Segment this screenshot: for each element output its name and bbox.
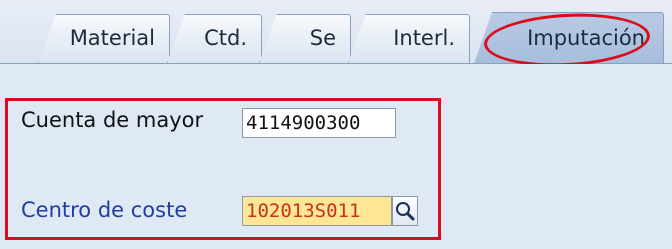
tab-interl[interactable]: Interl. xyxy=(348,14,470,63)
centro-de-coste-field[interactable]: 102013S011 xyxy=(242,196,392,226)
tab-material[interactable]: Material xyxy=(38,14,170,63)
centro-de-coste-label: Centro de coste xyxy=(21,198,188,222)
magnifier-icon xyxy=(396,202,415,221)
search-help-button[interactable] xyxy=(392,196,418,226)
cuenta-de-mayor-label: Cuenta de mayor xyxy=(21,108,204,132)
cuenta-de-mayor-field[interactable]: 4114900300 xyxy=(242,108,396,138)
